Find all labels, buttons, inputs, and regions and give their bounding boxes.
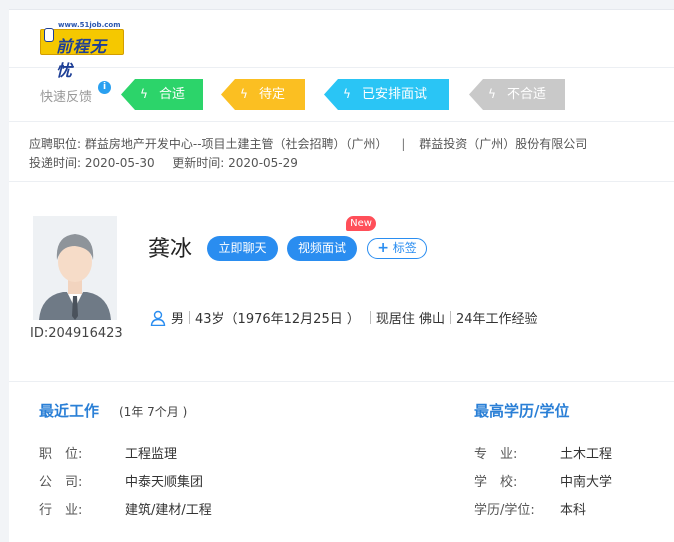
edu-degree-value: 本科 <box>560 503 587 518</box>
recent-work-title: 最近工作 <box>39 402 100 420</box>
edu-major-value: 土木工程 <box>560 447 613 462</box>
feedback-interview-arranged-button[interactable]: ϟ 已安排面试 <box>324 79 449 110</box>
lightning-icon: ϟ <box>343 87 351 101</box>
work-row-label: 职 位: <box>39 447 83 462</box>
apply-date-label: 投递时间: <box>29 156 82 170</box>
add-tag-button[interactable]: + 标签 <box>367 238 427 259</box>
avatar <box>33 216 117 320</box>
lightning-icon: ϟ <box>140 87 148 101</box>
divider <box>450 311 451 324</box>
work-row-label: 行 业: <box>39 503 83 518</box>
work-industry-value: 建筑/建材/工程 <box>125 503 212 518</box>
gender: 男 <box>171 312 185 327</box>
age: 43岁（1976年12月25日 ） <box>195 312 360 327</box>
feedback-button-label: 不合适 <box>507 87 547 102</box>
edu-row-label: 学历/学位: <box>474 503 535 518</box>
feedback-button-label: 已安排面试 <box>362 87 428 102</box>
lightning-icon: ϟ <box>240 87 248 101</box>
quick-feedback-bar: 快速反馈 i ϟ 合适 ϟ 待定 ϟ 已安排面试 ϟ 不合适 <box>9 68 674 122</box>
edu-school-value: 中南大学 <box>560 475 613 490</box>
job-application-info: 应聘职位: 群益房地产开发中心--项目土建主管（社会招聘）（广州） | 群益投资… <box>9 122 674 182</box>
feedback-suitable-button[interactable]: ϟ 合适 <box>121 79 203 110</box>
logo-site-text: www.51job.com <box>58 21 121 29</box>
work-education-section: 最近工作 (1年 7个月 ) 职 位: 工程监理 公 司: 中泰天顺集团 行 业… <box>9 382 674 542</box>
chat-now-button[interactable]: 立即聊天 <box>207 236 278 261</box>
info-icon[interactable]: i <box>98 81 111 94</box>
logo-box: 前程无忧 <box>40 28 124 80</box>
update-date-value: 2020-05-29 <box>228 156 298 170</box>
residence: 现居住 佛山 <box>375 312 445 327</box>
position-label: 应聘职位: <box>29 137 82 151</box>
divider <box>369 311 371 324</box>
header: www.51job.com 前程无忧 <box>9 10 674 80</box>
resume-page: www.51job.com 前程无忧 快速反馈 i ϟ 合适 ϟ 待定 ϟ 已安… <box>9 9 674 542</box>
logo-51job[interactable]: www.51job.com 前程无忧 <box>40 21 125 80</box>
company-value: 群益投资（广州）股份有限公司 <box>419 137 588 151</box>
work-experience: 24年工作经验 <box>456 312 538 327</box>
apply-date-value: 2020-05-30 <box>84 156 155 170</box>
candidate-name: 龚冰 <box>148 237 193 262</box>
edu-row-label: 学 校: <box>474 475 518 490</box>
work-position-value: 工程监理 <box>125 447 178 462</box>
feedback-button-label: 待定 <box>259 87 286 102</box>
lightning-icon: ϟ <box>488 87 496 101</box>
dates-line: 投递时间: 2020-05-30 更新时间: 2020-05-29 <box>29 154 298 171</box>
user-icon <box>150 310 166 326</box>
logo-hand-icon <box>44 28 54 42</box>
separator: | <box>401 137 406 151</box>
new-badge: New <box>346 216 376 231</box>
default-avatar-icon <box>33 216 117 320</box>
work-row-label: 公 司: <box>39 475 83 490</box>
applied-position-line: 应聘职位: 群益房地产开发中心--项目土建主管（社会招聘）（广州） | 群益投资… <box>29 135 587 152</box>
recent-work-duration: (1年 7个月 ) <box>119 405 188 419</box>
divider <box>189 311 191 324</box>
feedback-unsuitable-button[interactable]: ϟ 不合适 <box>469 79 565 110</box>
update-date-label: 更新时间: <box>172 156 225 170</box>
edu-row-label: 专 业: <box>474 447 518 462</box>
video-interview-button[interactable]: 视频面试 <box>287 236 357 261</box>
candidate-basic-info: 男 43岁（1976年12月25日 ） 现居住 佛山 24年工作经验 <box>150 308 538 327</box>
feedback-pending-button[interactable]: ϟ 待定 <box>221 79 305 110</box>
tag-label: 标签 <box>392 241 417 255</box>
quick-feedback-label: 快速反馈 <box>40 90 93 105</box>
work-company-value: 中泰天顺集团 <box>125 475 204 490</box>
feedback-button-label: 合适 <box>159 87 186 102</box>
plus-icon: + <box>377 240 389 256</box>
candidate-id: ID:204916423 <box>30 326 123 341</box>
candidate-profile: ID:204916423 龚冰 立即聊天 视频面试 New + 标签 男 43岁… <box>9 182 674 382</box>
position-value: 群益房地产开发中心--项目土建主管（社会招聘）（广州） <box>84 137 388 151</box>
education-title: 最高学历/学位 <box>474 402 570 420</box>
